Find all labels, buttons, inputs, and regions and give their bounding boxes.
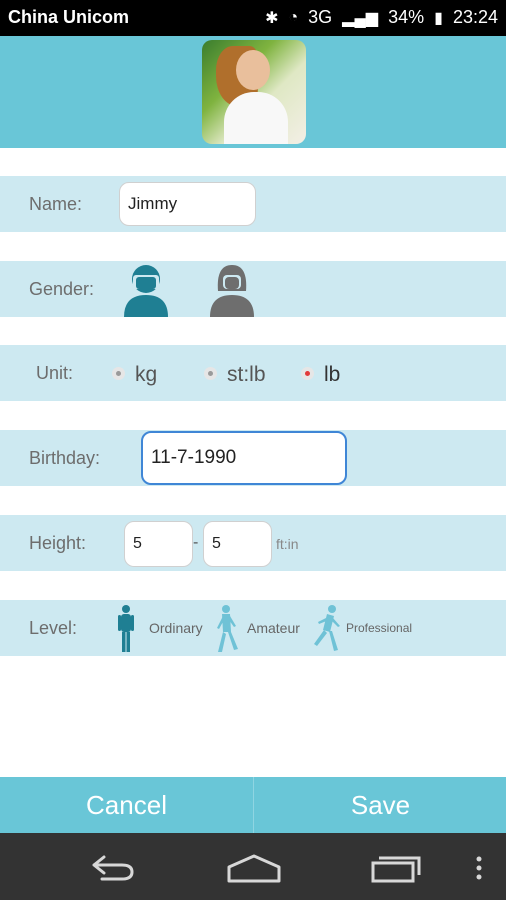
unit-lb-label[interactable]: lb [324,363,340,387]
carrier-name: China Unicom [8,7,130,27]
avatar[interactable] [202,40,306,144]
battery-icon: ▮ [434,9,443,27]
unit-stlb-label[interactable]: st:lb [227,363,266,387]
level-ordinary-label[interactable]: Ordinary [149,620,203,636]
menu-icon[interactable] [474,855,484,881]
unit-row: Unit: kg st:lb lb [0,345,506,401]
unit-stlb-radio[interactable] [204,367,217,380]
name-label: Name: [29,194,83,214]
footer-bar: Cancel Save [0,777,506,833]
signal-icon: ▂▄▆ [342,9,379,27]
home-icon[interactable] [226,853,282,883]
birthday-row: Birthday: 11-7-1990 [0,430,506,486]
bluetooth-icon: ✱ [265,9,279,27]
level-professional-label[interactable]: Professional [346,621,412,635]
save-button[interactable]: Save [254,777,506,833]
profile-header [0,36,506,148]
unit-kg-label[interactable]: kg [135,363,157,387]
status-bar: China Unicom ✱ ◔ 3G ▂▄▆ 34% ▮ 23:24 [0,0,506,36]
amateur-runner-icon[interactable] [214,604,240,654]
height-label: Height: [29,533,87,553]
name-field[interactable]: Jimmy [119,182,256,226]
gender-label: Gender: [29,279,95,299]
level-amateur-label[interactable]: Amateur [247,620,300,636]
clock: 23:24 [452,7,498,27]
female-icon[interactable] [208,261,256,317]
recents-icon[interactable] [370,853,422,883]
navigation-bar [0,833,506,900]
ordinary-runner-icon[interactable] [116,604,136,654]
wifi-icon: ◔ [288,8,299,26]
back-icon[interactable] [88,853,138,881]
professional-runner-icon[interactable] [312,604,342,654]
level-label: Level: [29,618,78,638]
height-separator: - [193,534,199,551]
unit-label: Unit: [36,363,74,383]
height-inches-field[interactable]: 5 [203,521,272,567]
height-feet-field[interactable]: 5 [124,521,193,567]
birthday-field[interactable]: 11-7-1990 [141,431,347,485]
unit-lb-radio[interactable] [301,367,314,380]
name-row: Name: Jimmy [0,176,506,232]
height-row: Height: 5 - 5 ft:in [0,515,506,571]
gender-row: Gender: [0,261,506,317]
unit-kg-radio[interactable] [112,367,125,380]
male-icon[interactable] [122,261,170,317]
cancel-button[interactable]: Cancel [0,777,253,833]
birthday-label: Birthday: [29,448,101,468]
height-unit-label: ft:in [276,536,299,552]
network-type: 3G [308,7,333,27]
battery-percent: 34% [388,7,425,27]
level-row: Level: Ordinary Amateur Professional [0,600,506,656]
status-icons: ✱ ◔ 3G ▂▄▆ 34% ▮ 23:24 [265,7,498,28]
